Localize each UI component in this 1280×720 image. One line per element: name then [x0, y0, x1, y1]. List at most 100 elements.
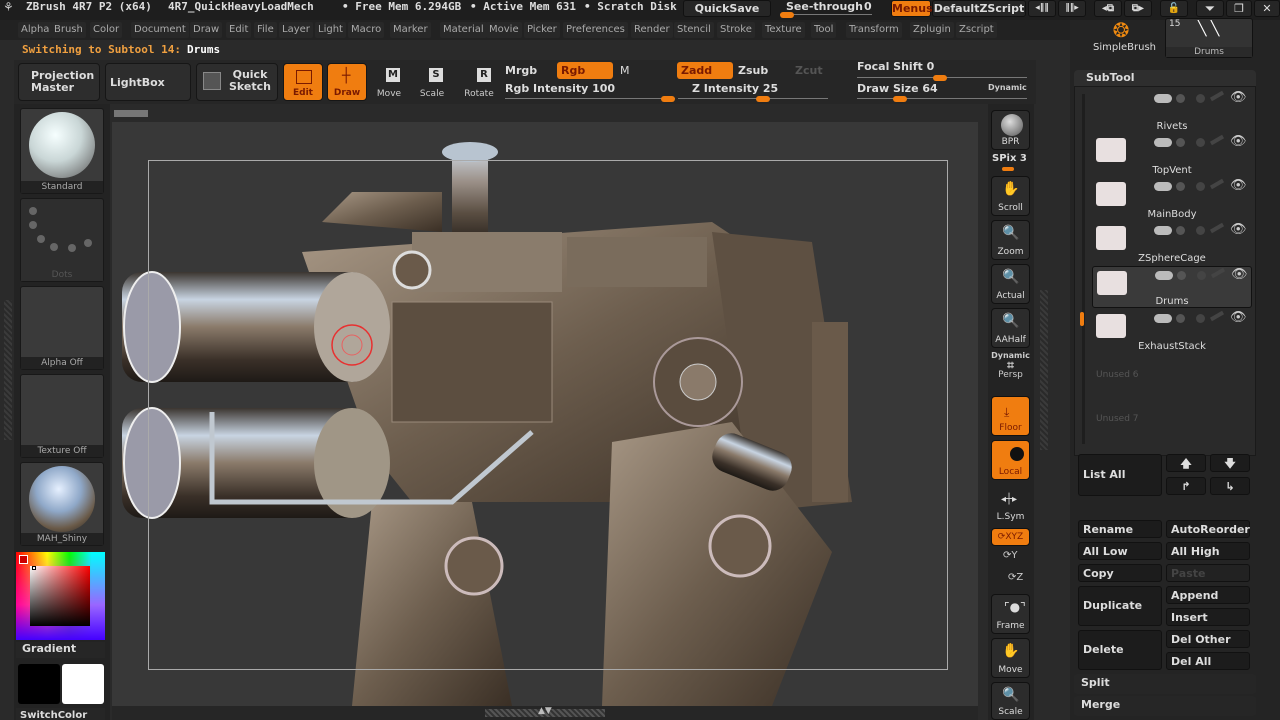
- zadd-button[interactable]: Zadd: [677, 62, 733, 79]
- move-view-button[interactable]: ✋ Move: [991, 638, 1030, 678]
- floor-button[interactable]: ⤓ Floor: [991, 396, 1030, 436]
- menu-document[interactable]: Document: [131, 22, 189, 38]
- move-up-folder-icon[interactable]: ↱: [1166, 477, 1206, 495]
- tray-arrows-icon[interactable]: ▲▼: [538, 706, 552, 716]
- menu-brush[interactable]: Brush: [51, 22, 86, 38]
- paste-button[interactable]: Paste: [1166, 564, 1250, 582]
- subtool-item[interactable]: 👁 ExhaustStack: [1092, 310, 1252, 352]
- prev-layout-icon[interactable]: ◂⧉: [1094, 0, 1122, 17]
- tray-right-icon[interactable]: ‖‖▸: [1058, 0, 1086, 17]
- menu-draw[interactable]: Draw: [190, 22, 223, 38]
- subtool-item[interactable]: 👁 MainBody: [1092, 178, 1252, 220]
- solo-toggle-icon[interactable]: [1196, 226, 1205, 235]
- material-selector[interactable]: MAH_Shiny: [20, 462, 104, 546]
- secondary-color-swatch[interactable]: [62, 664, 104, 704]
- delete-button[interactable]: Delete: [1078, 630, 1162, 670]
- polypaint-toggle-icon[interactable]: [1154, 182, 1172, 191]
- focal-shift-slider[interactable]: Focal Shift 0: [857, 60, 1027, 82]
- edit-button[interactable]: Edit: [283, 63, 323, 101]
- polypaint-toggle-icon[interactable]: [1154, 94, 1172, 103]
- gradient-toggle[interactable]: Gradient: [16, 642, 105, 658]
- aahalf-button[interactable]: 🔍 AAHalf: [991, 308, 1030, 348]
- menus-button[interactable]: Menus: [891, 0, 933, 17]
- solo-toggle-icon[interactable]: [1196, 138, 1205, 147]
- color-picker[interactable]: [16, 552, 105, 640]
- persp-button[interactable]: Dynamic ⌗ Persp: [991, 351, 1030, 387]
- tray-left-icon[interactable]: ◂‖‖: [1028, 0, 1056, 17]
- visibility-eye-icon[interactable]: 👁: [1230, 90, 1247, 105]
- scale-button[interactable]: S Scale: [416, 63, 448, 101]
- material-toggle-icon[interactable]: [1176, 226, 1185, 235]
- duplicate-button[interactable]: Duplicate: [1078, 586, 1162, 626]
- m-button[interactable]: M: [620, 64, 630, 77]
- visibility-eye-icon[interactable]: 👁: [1230, 178, 1247, 193]
- rename-button[interactable]: Rename: [1078, 520, 1162, 538]
- merge-menu[interactable]: Merge: [1074, 696, 1256, 716]
- material-toggle-icon[interactable]: [1176, 182, 1185, 191]
- subtool-item[interactable]: 👁 Rivets: [1092, 90, 1252, 132]
- menu-material[interactable]: Material: [440, 22, 487, 38]
- all-high-button[interactable]: All High: [1166, 542, 1250, 560]
- menu-layer[interactable]: Layer: [279, 22, 313, 38]
- menu-movie[interactable]: Movie: [486, 22, 522, 38]
- lsym-button[interactable]: ◂┼▸ L.Sym: [991, 490, 1030, 524]
- menu-stencil[interactable]: Stencil: [674, 22, 714, 38]
- list-all-button[interactable]: List All: [1078, 454, 1162, 496]
- polypaint-toggle-icon[interactable]: [1154, 314, 1172, 323]
- rgb-intensity-knob[interactable]: [661, 96, 675, 102]
- local-button[interactable]: Local: [991, 440, 1030, 480]
- rgb-button[interactable]: Rgb: [557, 62, 613, 79]
- menu-render[interactable]: Render: [631, 22, 673, 38]
- xyz-rotate-button[interactable]: ⟳XYZ: [991, 528, 1030, 546]
- primary-color-swatch[interactable]: [18, 664, 60, 704]
- current-tool[interactable]: 15 ╲ ╲ Drums: [1165, 18, 1253, 58]
- subtool-item[interactable]: 👁 Drums: [1092, 266, 1252, 308]
- solo-toggle-icon[interactable]: [1197, 271, 1206, 280]
- quick-sketch-button[interactable]: Quick Sketch: [196, 63, 278, 101]
- rgb-intensity-slider[interactable]: Rgb Intensity 100: [505, 82, 675, 102]
- move-button[interactable]: M Move: [373, 63, 405, 101]
- rotate-button[interactable]: R Rotate: [462, 63, 496, 101]
- menu-preferences[interactable]: Preferences: [563, 22, 628, 38]
- append-button[interactable]: Append: [1166, 586, 1250, 604]
- pencil-icon[interactable]: [1209, 134, 1225, 146]
- spix-knob[interactable]: [1002, 167, 1014, 171]
- brush-selector[interactable]: Standard: [20, 108, 104, 194]
- copy-button[interactable]: Copy: [1078, 564, 1162, 582]
- all-low-button[interactable]: All Low: [1078, 542, 1162, 560]
- solo-toggle-icon[interactable]: [1196, 314, 1205, 323]
- pencil-icon[interactable]: [1210, 267, 1226, 279]
- dynamic-toggle[interactable]: Dynamic: [988, 83, 1027, 92]
- color-saturation-square[interactable]: [30, 566, 90, 626]
- switch-color-button[interactable]: SwitchColor: [16, 708, 105, 720]
- minimize-icon[interactable]: ⏷: [1196, 0, 1224, 17]
- y-rotate-button[interactable]: ⟳Y: [1003, 550, 1018, 561]
- menu-picker[interactable]: Picker: [524, 22, 560, 38]
- subtool-header[interactable]: SubTool: [1074, 70, 1256, 86]
- draw-button[interactable]: ┼ Draw: [327, 63, 367, 101]
- move-down-folder-icon[interactable]: ↳: [1210, 477, 1250, 495]
- polypaint-toggle-icon[interactable]: [1155, 271, 1173, 280]
- menu-zplugin[interactable]: Zplugin: [910, 22, 954, 38]
- lock-icon[interactable]: 🔓: [1160, 0, 1188, 17]
- see-through-knob[interactable]: [780, 12, 794, 18]
- material-toggle-icon[interactable]: [1176, 94, 1185, 103]
- z-intensity-knob[interactable]: [756, 96, 770, 102]
- insert-button[interactable]: Insert: [1166, 608, 1250, 626]
- menu-zscript[interactable]: Zscript: [956, 22, 997, 38]
- pencil-icon[interactable]: [1209, 178, 1225, 190]
- solo-toggle-icon[interactable]: [1196, 182, 1205, 191]
- pencil-icon[interactable]: [1209, 90, 1225, 102]
- see-through-slider[interactable]: See-through 0: [776, 0, 876, 18]
- menu-stroke[interactable]: Stroke: [717, 22, 755, 38]
- frame-button[interactable]: ⌜●⌝ Frame: [991, 594, 1030, 634]
- color-cursor[interactable]: [32, 566, 36, 570]
- menu-macro[interactable]: Macro: [348, 22, 385, 38]
- z-intensity-slider[interactable]: Z Intensity 25: [678, 82, 828, 102]
- left-tray-handle[interactable]: [4, 300, 12, 440]
- pencil-icon[interactable]: [1209, 222, 1225, 234]
- scroll-button[interactable]: ✋ Scroll: [991, 176, 1030, 216]
- menu-color[interactable]: Color: [90, 22, 123, 38]
- zscript-button[interactable]: DefaultZScript: [932, 0, 1026, 17]
- material-toggle-icon[interactable]: [1176, 138, 1185, 147]
